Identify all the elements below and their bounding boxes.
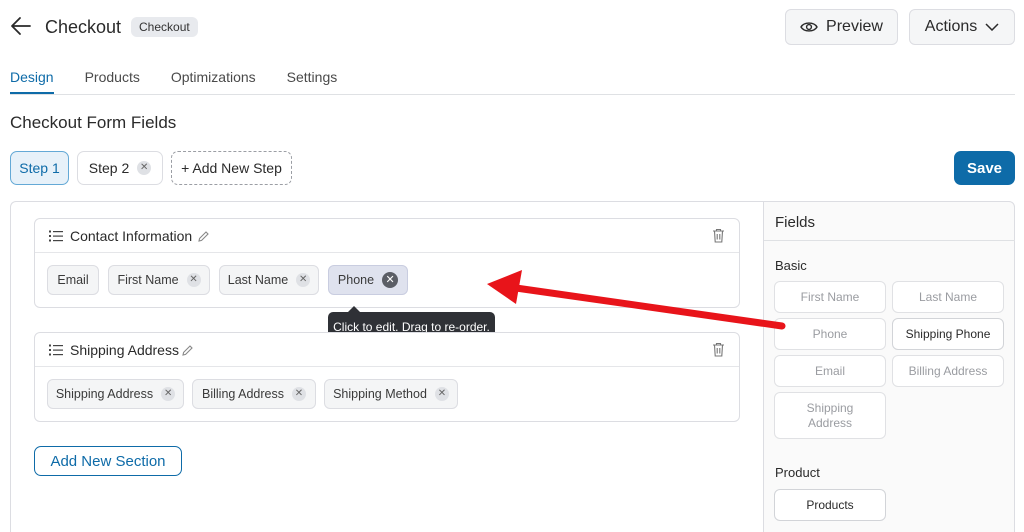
chip-label: Shipping Address (55, 387, 154, 401)
add-step-label: + Add New Step (181, 160, 282, 176)
section-title: Checkout Form Fields (10, 113, 177, 132)
tab-optimizations[interactable]: Optimizations (171, 69, 256, 94)
field-chip-email[interactable]: Email (47, 265, 99, 295)
field-chip-billing-address[interactable]: Billing Address ✕ (192, 379, 316, 409)
field-tile-products[interactable]: Products (774, 489, 886, 521)
drag-list-icon[interactable] (49, 230, 63, 242)
tab-products[interactable]: Products (85, 69, 140, 94)
field-tile-billing-address[interactable]: Billing Address (892, 355, 1004, 387)
preview-label: Preview (826, 18, 883, 35)
tab-settings[interactable]: Settings (287, 69, 338, 94)
step-1-tab[interactable]: Step 1 (10, 151, 69, 185)
field-chip-shipping-method[interactable]: Shipping Method ✕ (324, 379, 458, 409)
tab-divider (10, 94, 1015, 95)
chip-label: Email (57, 273, 89, 287)
chip-label: Phone (337, 273, 375, 287)
remove-step-icon[interactable]: ✕ (137, 161, 152, 175)
chip-label: Last Name (227, 273, 289, 287)
drag-list-icon[interactable] (49, 344, 63, 356)
field-chip-shipping-address[interactable]: Shipping Address ✕ (47, 379, 184, 409)
eye-icon (800, 22, 818, 32)
chevron-down-icon (985, 23, 999, 31)
step-2-tab[interactable]: Step 2 ✕ (77, 151, 163, 185)
actions-button[interactable]: Actions (909, 9, 1015, 45)
step-2-label: Step 2 (88, 160, 130, 176)
field-chip-last-name[interactable]: Last Name ✕ (219, 265, 319, 295)
field-chip-phone[interactable]: Phone ✕ (328, 265, 408, 295)
fields-divider (764, 240, 1015, 241)
field-tile-shipping-address[interactable]: Shipping Address (774, 392, 886, 439)
basic-group-label: Basic (775, 258, 807, 273)
section-title-shipping: Shipping Address (70, 342, 179, 358)
preview-button[interactable]: Preview (785, 9, 898, 45)
page-title: Checkout (45, 17, 122, 37)
edit-pencil-icon[interactable] (181, 344, 194, 357)
edit-pencil-icon[interactable] (197, 230, 210, 243)
chip-label: Billing Address (202, 387, 284, 401)
field-tile-shipping-phone[interactable]: Shipping Phone (892, 318, 1004, 350)
remove-field-icon[interactable]: ✕ (292, 387, 306, 401)
remove-field-icon[interactable]: ✕ (434, 387, 449, 401)
product-group-label: Product (775, 465, 820, 480)
field-tile-last-name[interactable]: Last Name (892, 281, 1004, 313)
chip-label: First Name (117, 273, 179, 287)
field-tile-email[interactable]: Email (774, 355, 886, 387)
field-tile-first-name[interactable]: First Name (774, 281, 886, 313)
remove-field-icon[interactable]: ✕ (382, 272, 399, 288)
add-new-section-button[interactable]: Add New Section (34, 446, 182, 476)
section-card-shipping-address[interactable]: Shipping Address Shipping Address ✕ Bill… (34, 332, 740, 422)
add-new-step-button[interactable]: + Add New Step (171, 151, 292, 185)
step-1-label: Step 1 (19, 160, 60, 176)
remove-field-icon[interactable]: ✕ (161, 387, 176, 401)
fields-panel-title: Fields (775, 214, 816, 231)
remove-field-icon[interactable]: ✕ (186, 273, 201, 287)
tab-design[interactable]: Design (10, 69, 54, 94)
section-card-contact-information[interactable]: Contact Information Email First Name ✕ L… (34, 218, 740, 308)
page-type-badge: Checkout (131, 17, 198, 37)
save-button[interactable]: Save (954, 151, 1015, 185)
trash-icon[interactable] (712, 342, 725, 357)
chip-label: Shipping Method (333, 387, 427, 401)
tab-bar: Design Products Optimizations Settings (10, 69, 368, 94)
trash-icon[interactable] (712, 228, 725, 243)
section-header: Shipping Address (35, 333, 739, 367)
remove-field-icon[interactable]: ✕ (296, 273, 311, 287)
field-tile-phone[interactable]: Phone (774, 318, 886, 350)
actions-label: Actions (924, 18, 978, 35)
field-chip-first-name[interactable]: First Name ✕ (108, 265, 210, 295)
section-title-contact: Contact Information (70, 228, 193, 244)
back-arrow-icon[interactable] (10, 14, 32, 38)
section-header: Contact Information (35, 219, 739, 253)
